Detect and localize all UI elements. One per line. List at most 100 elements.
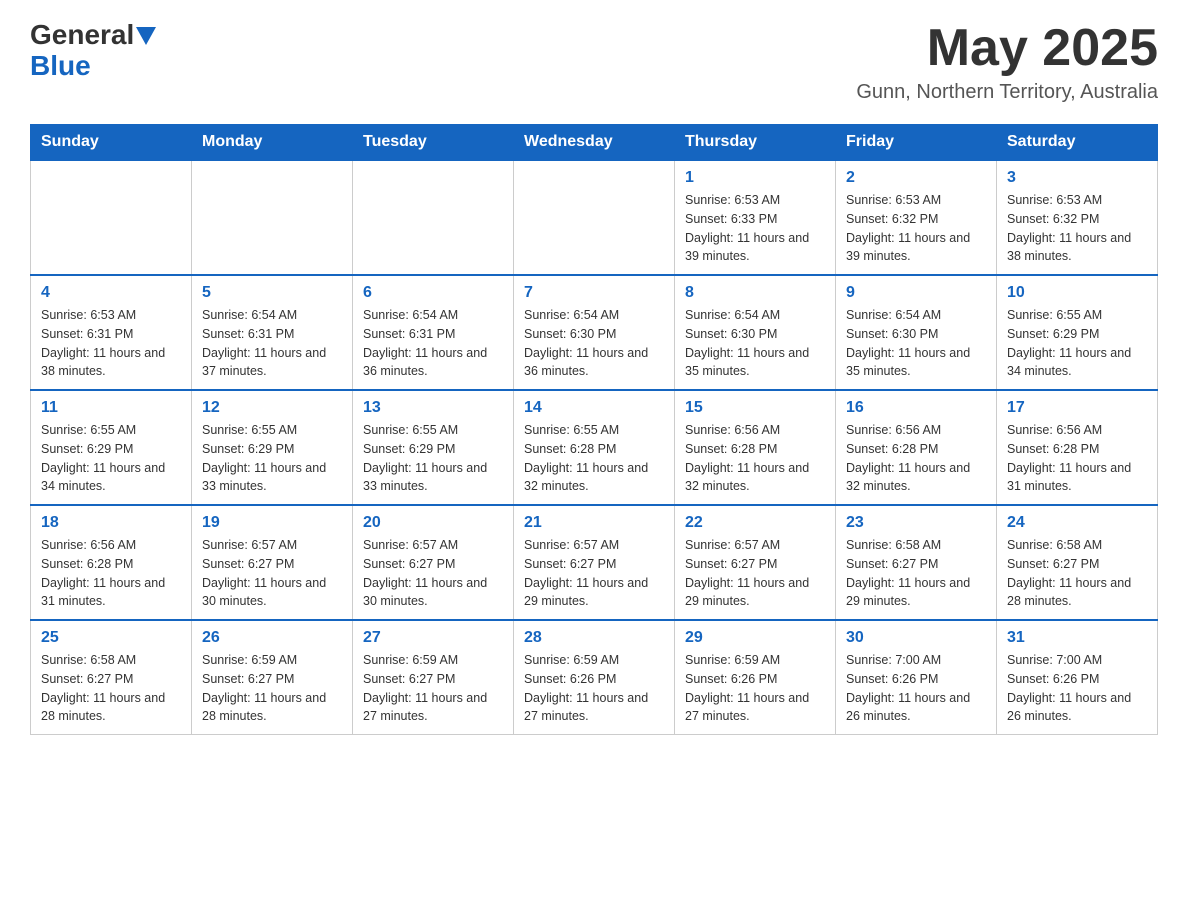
title-area: May 2025 Gunn, Northern Territory, Austr… — [856, 20, 1158, 104]
calendar-cell: 26 Sunrise: 6:59 AMSunset: 6:27 PMDayligh… — [192, 620, 353, 735]
day-number: 5 — [202, 284, 342, 302]
day-info: Sunrise: 6:55 AMSunset: 6:29 PMDaylight:… — [41, 421, 181, 496]
calendar-cell: 13 Sunrise: 6:55 AMSunset: 6:29 PMDayligh… — [353, 390, 514, 505]
day-info: Sunrise: 6:58 AMSunset: 6:27 PMDaylight:… — [1007, 536, 1147, 611]
month-title: May 2025 — [856, 20, 1158, 77]
week-row-2: 4 Sunrise: 6:53 AMSunset: 6:31 PMDaylight… — [31, 275, 1158, 390]
day-info: Sunrise: 6:53 AMSunset: 6:33 PMDaylight:… — [685, 191, 825, 266]
logo-triangle-icon — [136, 27, 156, 45]
day-info: Sunrise: 6:57 AMSunset: 6:27 PMDaylight:… — [685, 536, 825, 611]
day-number: 3 — [1007, 169, 1147, 187]
calendar-cell: 22 Sunrise: 6:57 AMSunset: 6:27 PMDayligh… — [675, 505, 836, 620]
day-info: Sunrise: 6:56 AMSunset: 6:28 PMDaylight:… — [846, 421, 986, 496]
calendar-cell: 23 Sunrise: 6:58 AMSunset: 6:27 PMDayligh… — [836, 505, 997, 620]
calendar-cell: 29Sunrise: 6:59 AMSunset: 6:26 PMDayligh… — [675, 620, 836, 735]
day-number: 14 — [524, 399, 664, 417]
day-number: 23 — [846, 514, 986, 532]
day-number: 6 — [363, 284, 503, 302]
day-info: Sunrise: 6:55 AMSunset: 6:28 PMDaylight:… — [524, 421, 664, 496]
week-row-3: 11 Sunrise: 6:55 AMSunset: 6:29 PMDayligh… — [31, 390, 1158, 505]
day-info: Sunrise: 6:56 AMSunset: 6:28 PMDaylight:… — [1007, 421, 1147, 496]
calendar-cell: 27 Sunrise: 6:59 AMSunset: 6:27 PMDayligh… — [353, 620, 514, 735]
day-number: 1 — [685, 169, 825, 187]
calendar-cell: 20Sunrise: 6:57 AMSunset: 6:27 PMDayligh… — [353, 505, 514, 620]
day-number: 10 — [1007, 284, 1147, 302]
day-number: 30 — [846, 629, 986, 647]
logo-text-blue: Blue — [30, 51, 91, 82]
day-number: 2 — [846, 169, 986, 187]
day-info: Sunrise: 6:56 AMSunset: 6:28 PMDaylight:… — [685, 421, 825, 496]
logo-icon: General Blue — [30, 20, 156, 82]
day-number: 24 — [1007, 514, 1147, 532]
week-row-5: 25Sunrise: 6:58 AMSunset: 6:27 PMDayligh… — [31, 620, 1158, 735]
calendar-cell: 9Sunrise: 6:54 AMSunset: 6:30 PMDaylight… — [836, 275, 997, 390]
calendar-cell: 7 Sunrise: 6:54 AMSunset: 6:30 PMDaylight… — [514, 275, 675, 390]
day-info: Sunrise: 6:59 AMSunset: 6:27 PMDaylight:… — [363, 651, 503, 726]
calendar-cell: 8 Sunrise: 6:54 AMSunset: 6:30 PMDaylight… — [675, 275, 836, 390]
day-number: 15 — [685, 399, 825, 417]
day-info: Sunrise: 6:53 AMSunset: 6:32 PMDaylight:… — [1007, 191, 1147, 266]
calendar-header-sunday: Sunday — [31, 125, 192, 161]
day-info: Sunrise: 6:54 AMSunset: 6:30 PMDaylight:… — [524, 306, 664, 381]
day-number: 21 — [524, 514, 664, 532]
day-info: Sunrise: 6:59 AMSunset: 6:26 PMDaylight:… — [524, 651, 664, 726]
calendar-cell: 6 Sunrise: 6:54 AMSunset: 6:31 PMDaylight… — [353, 275, 514, 390]
calendar-cell: 28 Sunrise: 6:59 AMSunset: 6:26 PMDayligh… — [514, 620, 675, 735]
day-number: 22 — [685, 514, 825, 532]
calendar-cell: 15 Sunrise: 6:56 AMSunset: 6:28 PMDayligh… — [675, 390, 836, 505]
day-number: 4 — [41, 284, 181, 302]
location: Gunn, Northern Territory, Australia — [856, 81, 1158, 104]
week-row-1: 1 Sunrise: 6:53 AMSunset: 6:33 PMDaylight… — [31, 160, 1158, 275]
calendar-cell: 31Sunrise: 7:00 AMSunset: 6:26 PMDayligh… — [997, 620, 1158, 735]
day-info: Sunrise: 6:59 AMSunset: 6:27 PMDaylight:… — [202, 651, 342, 726]
day-number: 27 — [363, 629, 503, 647]
day-info: Sunrise: 6:53 AMSunset: 6:32 PMDaylight:… — [846, 191, 986, 266]
day-number: 12 — [202, 399, 342, 417]
calendar-header-wednesday: Wednesday — [514, 125, 675, 161]
day-info: Sunrise: 6:55 AMSunset: 6:29 PMDaylight:… — [363, 421, 503, 496]
day-number: 25 — [41, 629, 181, 647]
calendar-header-thursday: Thursday — [675, 125, 836, 161]
calendar-cell: 30 Sunrise: 7:00 AMSunset: 6:26 PMDayligh… — [836, 620, 997, 735]
calendar-cell — [353, 160, 514, 275]
week-row-4: 18Sunrise: 6:56 AMSunset: 6:28 PMDayligh… — [31, 505, 1158, 620]
calendar-cell: 17 Sunrise: 6:56 AMSunset: 6:28 PMDayligh… — [997, 390, 1158, 505]
calendar-cell: 16 Sunrise: 6:56 AMSunset: 6:28 PMDayligh… — [836, 390, 997, 505]
day-info: Sunrise: 6:54 AMSunset: 6:30 PMDaylight:… — [685, 306, 825, 381]
calendar-cell: 12 Sunrise: 6:55 AMSunset: 6:29 PMDayligh… — [192, 390, 353, 505]
day-number: 11 — [41, 399, 181, 417]
day-info: Sunrise: 6:57 AMSunset: 6:27 PMDaylight:… — [202, 536, 342, 611]
day-info: Sunrise: 6:55 AMSunset: 6:29 PMDaylight:… — [202, 421, 342, 496]
day-number: 28 — [524, 629, 664, 647]
day-info: Sunrise: 6:54 AMSunset: 6:31 PMDaylight:… — [202, 306, 342, 381]
day-number: 8 — [685, 284, 825, 302]
calendar-cell — [514, 160, 675, 275]
day-info: Sunrise: 6:57 AMSunset: 6:27 PMDaylight:… — [524, 536, 664, 611]
day-info: Sunrise: 6:58 AMSunset: 6:27 PMDaylight:… — [846, 536, 986, 611]
calendar-header-row: SundayMondayTuesdayWednesdayThursdayFrid… — [31, 125, 1158, 161]
day-number: 7 — [524, 284, 664, 302]
day-info: Sunrise: 7:00 AMSunset: 6:26 PMDaylight:… — [846, 651, 986, 726]
day-number: 31 — [1007, 629, 1147, 647]
day-number: 16 — [846, 399, 986, 417]
calendar-cell: 14 Sunrise: 6:55 AMSunset: 6:28 PMDayligh… — [514, 390, 675, 505]
day-info: Sunrise: 6:53 AMSunset: 6:31 PMDaylight:… — [41, 306, 181, 381]
calendar-cell — [192, 160, 353, 275]
calendar-header-tuesday: Tuesday — [353, 125, 514, 161]
calendar-cell: 24 Sunrise: 6:58 AMSunset: 6:27 PMDayligh… — [997, 505, 1158, 620]
day-number: 17 — [1007, 399, 1147, 417]
calendar-header-friday: Friday — [836, 125, 997, 161]
day-info: Sunrise: 6:54 AMSunset: 6:31 PMDaylight:… — [363, 306, 503, 381]
day-number: 26 — [202, 629, 342, 647]
calendar-cell: 25Sunrise: 6:58 AMSunset: 6:27 PMDayligh… — [31, 620, 192, 735]
logo: General Blue — [30, 20, 156, 82]
calendar-cell: 21 Sunrise: 6:57 AMSunset: 6:27 PMDayligh… — [514, 505, 675, 620]
calendar-cell: 11 Sunrise: 6:55 AMSunset: 6:29 PMDayligh… — [31, 390, 192, 505]
day-info: Sunrise: 6:57 AMSunset: 6:27 PMDaylight:… — [363, 536, 503, 611]
day-number: 29 — [685, 629, 825, 647]
calendar-table: SundayMondayTuesdayWednesdayThursdayFrid… — [30, 124, 1158, 735]
day-number: 13 — [363, 399, 503, 417]
calendar-cell: 19Sunrise: 6:57 AMSunset: 6:27 PMDayligh… — [192, 505, 353, 620]
calendar-cell: 3 Sunrise: 6:53 AMSunset: 6:32 PMDaylight… — [997, 160, 1158, 275]
calendar-header-saturday: Saturday — [997, 125, 1158, 161]
